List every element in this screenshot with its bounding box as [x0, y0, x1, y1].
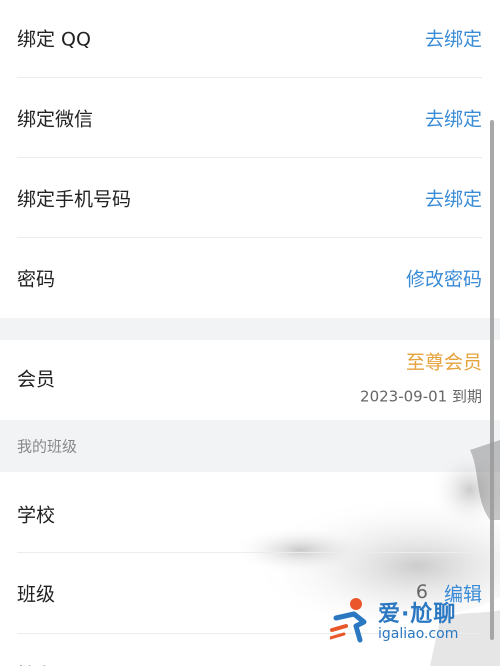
bind-qq-button[interactable]: 去绑定 — [425, 25, 482, 52]
school-row[interactable]: 学校 — [0, 472, 500, 552]
watermark-text: 爱·尬聊 — [378, 602, 457, 627]
password-label: 密码 — [17, 268, 56, 291]
my-class-section-header: 我的班级 — [0, 420, 500, 472]
bind-wechat-row[interactable]: 绑定微信 去绑定 — [0, 78, 500, 158]
bind-phone-row[interactable]: 绑定手机号码 去绑定 — [0, 158, 500, 238]
membership-expiry: 2023-09-01 到期 — [360, 387, 482, 406]
change-password-button[interactable]: 修改密码 — [406, 265, 482, 292]
bind-phone-label: 绑定手机号码 — [17, 188, 132, 211]
membership-level[interactable]: 至尊会员 — [406, 348, 482, 375]
bind-wechat-label: 绑定微信 — [17, 108, 94, 131]
bind-qq-label: 绑定 QQ — [17, 28, 91, 51]
membership-label: 会员 — [17, 368, 56, 391]
watermark: 爱·尬聊 igaliao.com — [330, 592, 490, 652]
school-label: 学校 — [17, 504, 56, 527]
class-label: 班级 — [17, 583, 56, 606]
bind-wechat-button[interactable]: 去绑定 — [425, 105, 482, 132]
section-title: 我的班级 — [17, 437, 78, 456]
section-gap — [0, 318, 500, 340]
name-label: 性名 — [17, 661, 55, 666]
watermark-url: igaliao.com — [378, 626, 459, 642]
bind-phone-button[interactable]: 去绑定 — [425, 185, 482, 212]
runner-logo-icon — [330, 598, 367, 643]
settings-screen: 绑定 QQ 去绑定 绑定微信 去绑定 绑定手机号码 去绑定 密码 修改密码 会员… — [0, 0, 500, 666]
bind-qq-row[interactable]: 绑定 QQ 去绑定 — [0, 0, 500, 78]
scrollbar[interactable] — [490, 120, 494, 640]
password-row[interactable]: 密码 修改密码 — [0, 238, 500, 318]
